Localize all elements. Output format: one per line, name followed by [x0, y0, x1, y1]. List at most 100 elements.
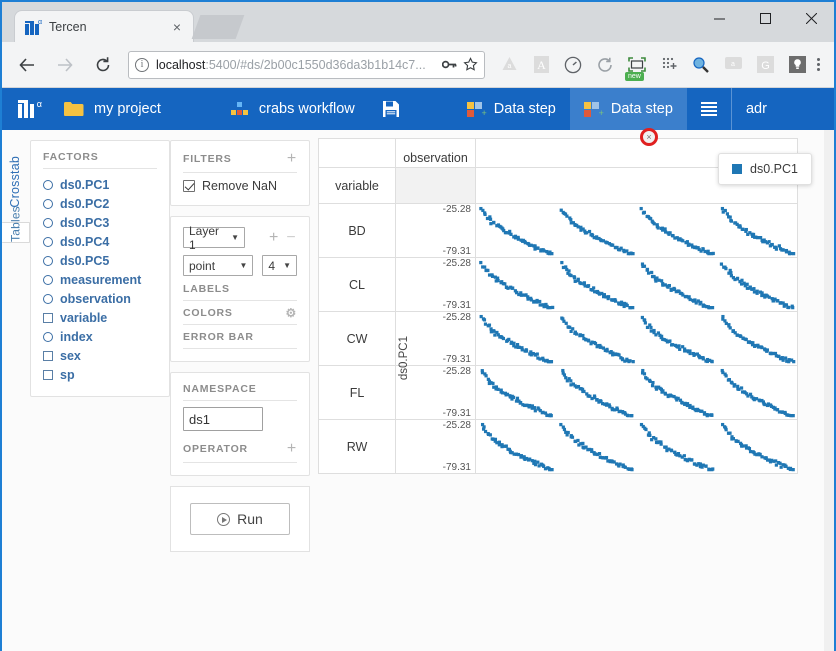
factor-label: sp: [60, 368, 75, 382]
filter-item[interactable]: Remove NaN: [183, 179, 297, 193]
appbar-item-save[interactable]: [369, 88, 423, 130]
appbar-item-data-step-2[interactable]: + Data step: [570, 88, 687, 130]
key-icon[interactable]: [442, 58, 457, 71]
lightbulb-icon[interactable]: [784, 52, 810, 78]
add-operator-icon[interactable]: +: [287, 441, 297, 457]
appbar-item-list-view[interactable]: [687, 88, 731, 130]
checkbox-checked-icon[interactable]: [183, 180, 195, 192]
checkbox-icon[interactable]: [43, 313, 53, 323]
crosstab-chart: × observation variable BD-25.28-79.31CL-…: [318, 138, 798, 651]
scatter-plot-cell[interactable]: [476, 366, 798, 420]
add-layer-icon[interactable]: +: [269, 230, 278, 246]
radio-icon[interactable]: [43, 180, 53, 190]
factor-item[interactable]: measurement: [43, 270, 157, 289]
maximize-button[interactable]: [742, 2, 788, 34]
gear-icon[interactable]: ⚙: [285, 307, 297, 319]
browser-menu-icon[interactable]: [817, 58, 820, 71]
close-icon[interactable]: ×: [640, 128, 658, 146]
recycle-icon[interactable]: [592, 52, 618, 78]
radio-icon[interactable]: [43, 218, 53, 228]
remove-layer-icon[interactable]: −: [286, 230, 295, 246]
namespace-panel: NAMESPACE ds1 OPERATOR +: [170, 372, 310, 476]
radio-icon[interactable]: [43, 275, 53, 285]
browser-window: α Tercen × i: [0, 0, 836, 651]
back-icon[interactable]: [12, 50, 42, 80]
appbar-item-data-step-1[interactable]: + Data step: [453, 88, 570, 130]
factor-item[interactable]: ds0.PC4: [43, 232, 157, 251]
user-menu[interactable]: adr: [732, 88, 781, 130]
chat-icon[interactable]: a: [720, 52, 746, 78]
factor-item[interactable]: ds0.PC5: [43, 251, 157, 270]
data-step-icon: +: [467, 102, 484, 117]
tab-close-icon[interactable]: ×: [169, 18, 185, 36]
browser-tab[interactable]: α Tercen ×: [14, 10, 194, 42]
checkbox-icon[interactable]: [43, 370, 53, 380]
plot-row-label: CW: [318, 312, 395, 366]
new-tab-stub[interactable]: [192, 15, 245, 39]
screenshot-icon[interactable]: new: [624, 52, 650, 78]
adobe-acrobat-icon[interactable]: A: [528, 52, 554, 78]
reload-icon[interactable]: [88, 50, 118, 80]
factor-item[interactable]: variable: [43, 308, 157, 327]
appbar-item-label: Data step: [611, 101, 673, 117]
point-size-select[interactable]: 4 ▼: [262, 255, 297, 276]
legend-swatch: [732, 164, 742, 174]
layer-type-select[interactable]: point ▼: [183, 255, 253, 276]
factor-item[interactable]: sp: [43, 365, 157, 384]
colors-title: COLORS ⚙: [183, 307, 297, 325]
factor-item[interactable]: ds0.PC3: [43, 213, 157, 232]
y-tick-min: -79.31: [443, 408, 471, 419]
operator-title: OPERATOR +: [183, 441, 297, 463]
radio-icon[interactable]: [43, 199, 53, 209]
scatter-plot-cell[interactable]: [476, 420, 798, 474]
factor-item[interactable]: ds0.PC2: [43, 194, 157, 213]
factor-item[interactable]: index: [43, 327, 157, 346]
y-axis-cell: -25.28-79.31: [395, 420, 476, 474]
layer-type-row: point ▼ 4 ▼: [183, 255, 297, 276]
factor-item[interactable]: sex: [43, 346, 157, 365]
grid-plus-icon[interactable]: [656, 52, 682, 78]
close-button[interactable]: [788, 2, 834, 34]
plot-row: BD-25.28-79.31: [318, 204, 798, 258]
checkbox-icon[interactable]: [43, 351, 53, 361]
namespace-title: NAMESPACE: [183, 383, 297, 401]
site-info-icon[interactable]: i: [135, 58, 149, 72]
operator-title-label: OPERATOR: [183, 443, 248, 455]
column-header-cell[interactable]: observation: [395, 138, 476, 168]
bookmark-star-icon[interactable]: [463, 57, 478, 72]
y-tick-max: -25.28: [443, 204, 471, 215]
y-tick-min: -79.31: [443, 246, 471, 257]
speedtest-icon[interactable]: [560, 52, 586, 78]
radio-icon[interactable]: [43, 256, 53, 266]
tercen-logo[interactable]: α: [2, 88, 50, 130]
rail-tab-tables[interactable]: Tables: [2, 222, 30, 243]
scatter-plot-cell[interactable]: [476, 204, 798, 258]
namespace-input[interactable]: ds1: [183, 407, 263, 431]
radio-icon[interactable]: [43, 332, 53, 342]
factor-label: index: [60, 330, 93, 344]
plot-rows: BD-25.28-79.31CL-25.28-79.31CW-25.28-79.…: [318, 204, 798, 474]
avast-icon[interactable]: a: [496, 52, 522, 78]
workspace: Crosstab Tables FACTORS ds0.PC1 ds0.PC2 …: [2, 130, 834, 651]
view-mode-tabs: Crosstab Tables: [2, 130, 30, 651]
radio-icon[interactable]: [43, 237, 53, 247]
scatter-plot-cell[interactable]: [476, 312, 798, 366]
run-button[interactable]: Run: [190, 503, 290, 535]
appbar-item-label: my project: [94, 101, 161, 117]
factor-item[interactable]: ds0.PC1: [43, 175, 157, 194]
factor-item[interactable]: observation: [43, 289, 157, 308]
y-tick-min: -79.31: [443, 462, 471, 473]
address-bar[interactable]: i localhost:5400/#ds/2b00c1550d36da3b1b1…: [128, 51, 485, 79]
grammarly-icon[interactable]: G: [752, 52, 778, 78]
vertical-scrollbar[interactable]: [824, 130, 834, 651]
minimize-button[interactable]: [696, 2, 742, 34]
appbar-item-project[interactable]: my project: [50, 88, 175, 130]
appbar-item-workflow[interactable]: crabs workflow: [217, 88, 369, 130]
radio-icon[interactable]: [43, 294, 53, 304]
row-header-cell[interactable]: variable: [318, 168, 395, 204]
add-filter-icon[interactable]: +: [287, 151, 297, 167]
scatter-plot-cell[interactable]: [476, 258, 798, 312]
plot-row: RW-25.28-79.31: [318, 420, 798, 474]
layer-select[interactable]: Layer 1 ▼: [183, 227, 245, 248]
search-magnifier-icon[interactable]: [688, 52, 714, 78]
